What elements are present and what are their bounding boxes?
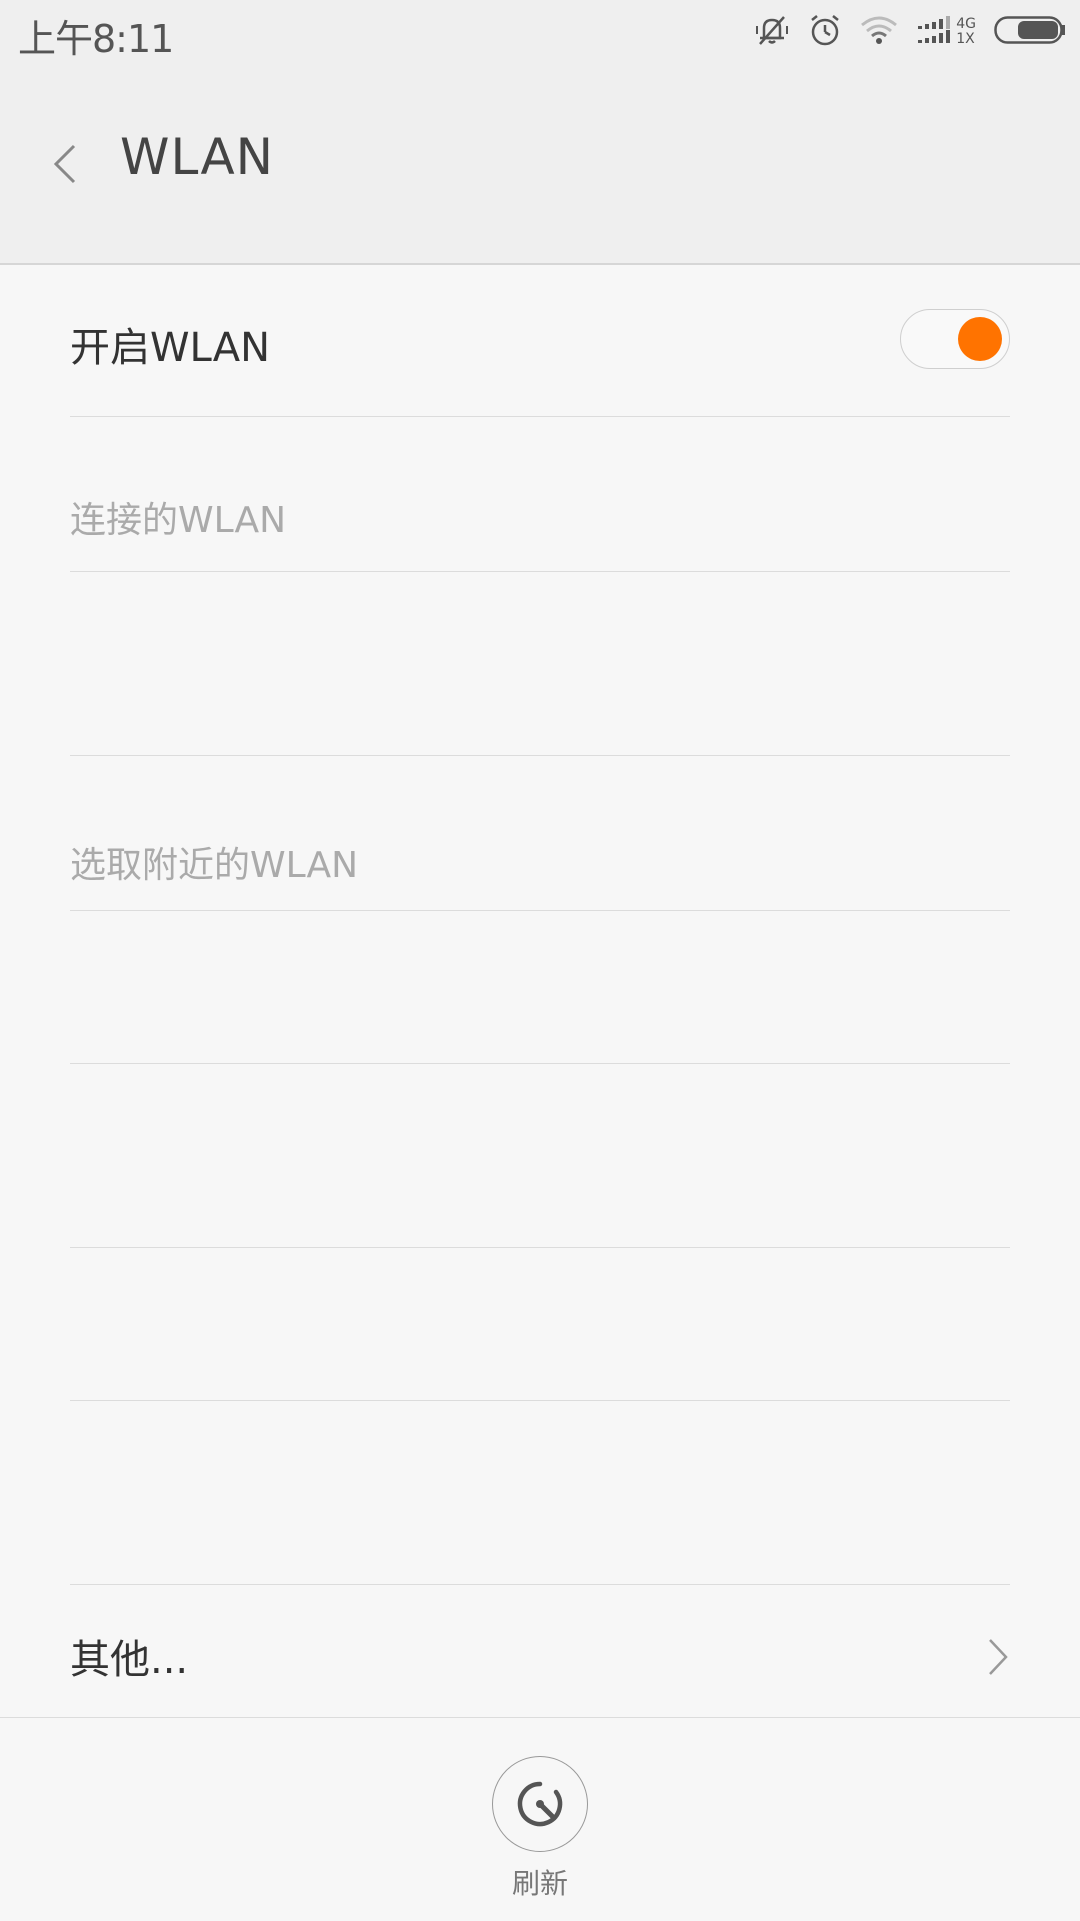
- status-time: 上午8:11: [18, 17, 174, 61]
- chevron-left-icon: [53, 144, 76, 184]
- battery-icon: [994, 16, 1066, 48]
- refresh-button[interactable]: [492, 1756, 588, 1852]
- page-title: WLAN: [120, 128, 275, 186]
- alarm-icon: [808, 13, 842, 51]
- list-item: [70, 911, 1010, 1064]
- list-item: [70, 572, 1010, 756]
- wlan-toggle[interactable]: [900, 309, 1010, 369]
- list-item: [70, 1401, 1010, 1585]
- other-row[interactable]: 其他...: [70, 1585, 1010, 1717]
- toggle-knob: [958, 317, 1002, 361]
- status-bar: 上午8:11 4G 1X: [0, 0, 1080, 64]
- list-item: [70, 1248, 1010, 1401]
- other-label: 其他...: [70, 1637, 189, 1683]
- connected-section-header: 连接的WLAN: [70, 417, 1010, 572]
- header: WLAN: [0, 64, 1080, 265]
- nearby-section-header: 选取附近的WLAN: [70, 756, 1010, 911]
- chevron-right-icon: [989, 1639, 1008, 1675]
- nearby-section-label: 选取附近的WLAN: [70, 845, 359, 886]
- connected-section-label: 连接的WLAN: [70, 500, 287, 541]
- refresh-label: 刷新: [511, 1867, 568, 1900]
- network-type-label: 4G 1X: [956, 16, 976, 47]
- enable-wlan-row[interactable]: 开启WLAN: [70, 265, 1010, 417]
- wifi-icon: [860, 15, 898, 49]
- refresh-icon: [517, 1781, 563, 1827]
- mute-icon: [754, 12, 790, 52]
- bottom-bar: 刷新: [0, 1717, 1080, 1921]
- list-item: [70, 1064, 1010, 1248]
- signal-icon: [916, 15, 954, 49]
- enable-wlan-label: 开启WLAN: [70, 325, 271, 371]
- back-button[interactable]: [40, 134, 90, 194]
- status-icons: 4G 1X: [736, 12, 1066, 52]
